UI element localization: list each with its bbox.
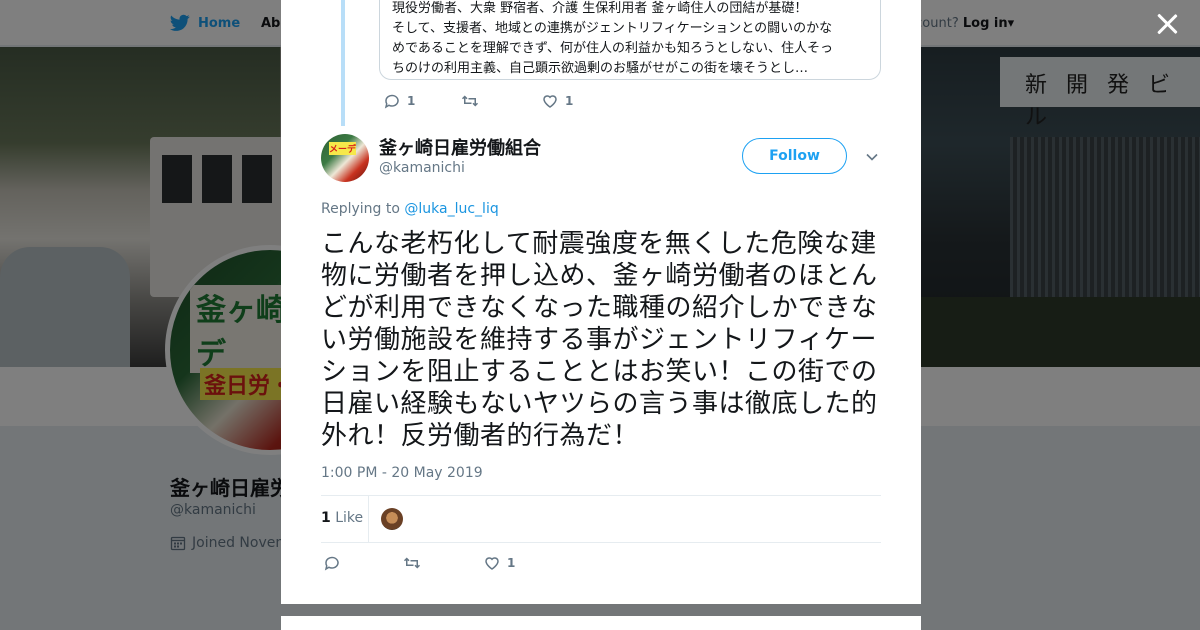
liker-avatar[interactable] [381, 508, 403, 530]
avatar-text: メーデ [329, 142, 357, 155]
parent-retweet-button[interactable] [461, 92, 541, 110]
tweet-modal: 現役労働者、大衆 野宿者、介護 生保利用者 釜ヶ崎住人の団結が基礎！ そして、支… [281, 0, 921, 604]
tweet-text: こんな老朽化して耐震強度を無くした危険な建物に労働者を押し込め、釜ヶ崎労働者のほ… [321, 229, 878, 451]
replying-to-prefix: Replying to [321, 201, 400, 217]
like-button[interactable]: 1 [483, 554, 515, 572]
next-tweet-card [281, 616, 921, 630]
stats-divider [368, 496, 369, 543]
reply-icon [324, 556, 339, 571]
parent-tweet-text-box[interactable]: 現役労働者、大衆 野宿者、介護 生保利用者 釜ヶ崎住人の団結が基礎！ そして、支… [379, 0, 881, 80]
tweet-author-name[interactable]: 釜ヶ崎日雇労働組合 [379, 134, 541, 160]
reply-button[interactable] [323, 554, 403, 572]
parent-reply-button[interactable]: 1 [383, 92, 461, 110]
tweet-stats: 1 Like [321, 495, 881, 543]
parent-like-button[interactable]: 1 [541, 92, 573, 110]
likes-label: Like [335, 510, 364, 526]
parent-tweet-line: そして、支援者、地域との連携がジェントリフィケーションとの闘いのかな [392, 21, 833, 36]
close-icon[interactable] [1155, 12, 1179, 36]
thread-connector-line [341, 0, 345, 126]
reply-icon [384, 94, 399, 109]
tweet-actions: 1 [323, 554, 515, 572]
like-count: 1 [507, 556, 516, 570]
tweet-author-avatar[interactable]: メーデ [321, 134, 369, 182]
parent-tweet-actions: 1 1 [383, 92, 573, 110]
parent-tweet-line: 現役労働者、大衆 野宿者、介護 生保利用者 釜ヶ崎住人の団結が基礎！ [392, 1, 808, 16]
parent-like-count: 1 [565, 94, 574, 108]
likes-count[interactable]: 1 Like [321, 510, 363, 526]
parent-reply-count: 1 [407, 94, 416, 108]
retweet-icon [461, 95, 479, 107]
likes-number: 1 [321, 510, 331, 526]
replying-to: Replying to @luka_luc_liq [321, 201, 499, 217]
parent-tweet-line: ちのけの利用主義、自己顕示欲過剰のお騒がせがこの街を壊そうとし… [392, 61, 809, 76]
tweet-author-handle[interactable]: @kamanichi [379, 160, 465, 176]
retweet-icon [403, 557, 421, 569]
heart-icon [485, 557, 499, 570]
chevron-down-icon[interactable] [865, 150, 879, 164]
tweet-timestamp[interactable]: 1:00 PM - 20 May 2019 [321, 465, 483, 481]
replying-to-link[interactable]: @luka_luc_liq [404, 201, 498, 217]
follow-button[interactable]: Follow [742, 138, 847, 174]
retweet-button[interactable] [403, 554, 483, 572]
parent-tweet-line: めであることを理解できず、何が住人の利益かも知ろうとしない、住人そっ [392, 41, 833, 56]
heart-icon [543, 95, 557, 108]
